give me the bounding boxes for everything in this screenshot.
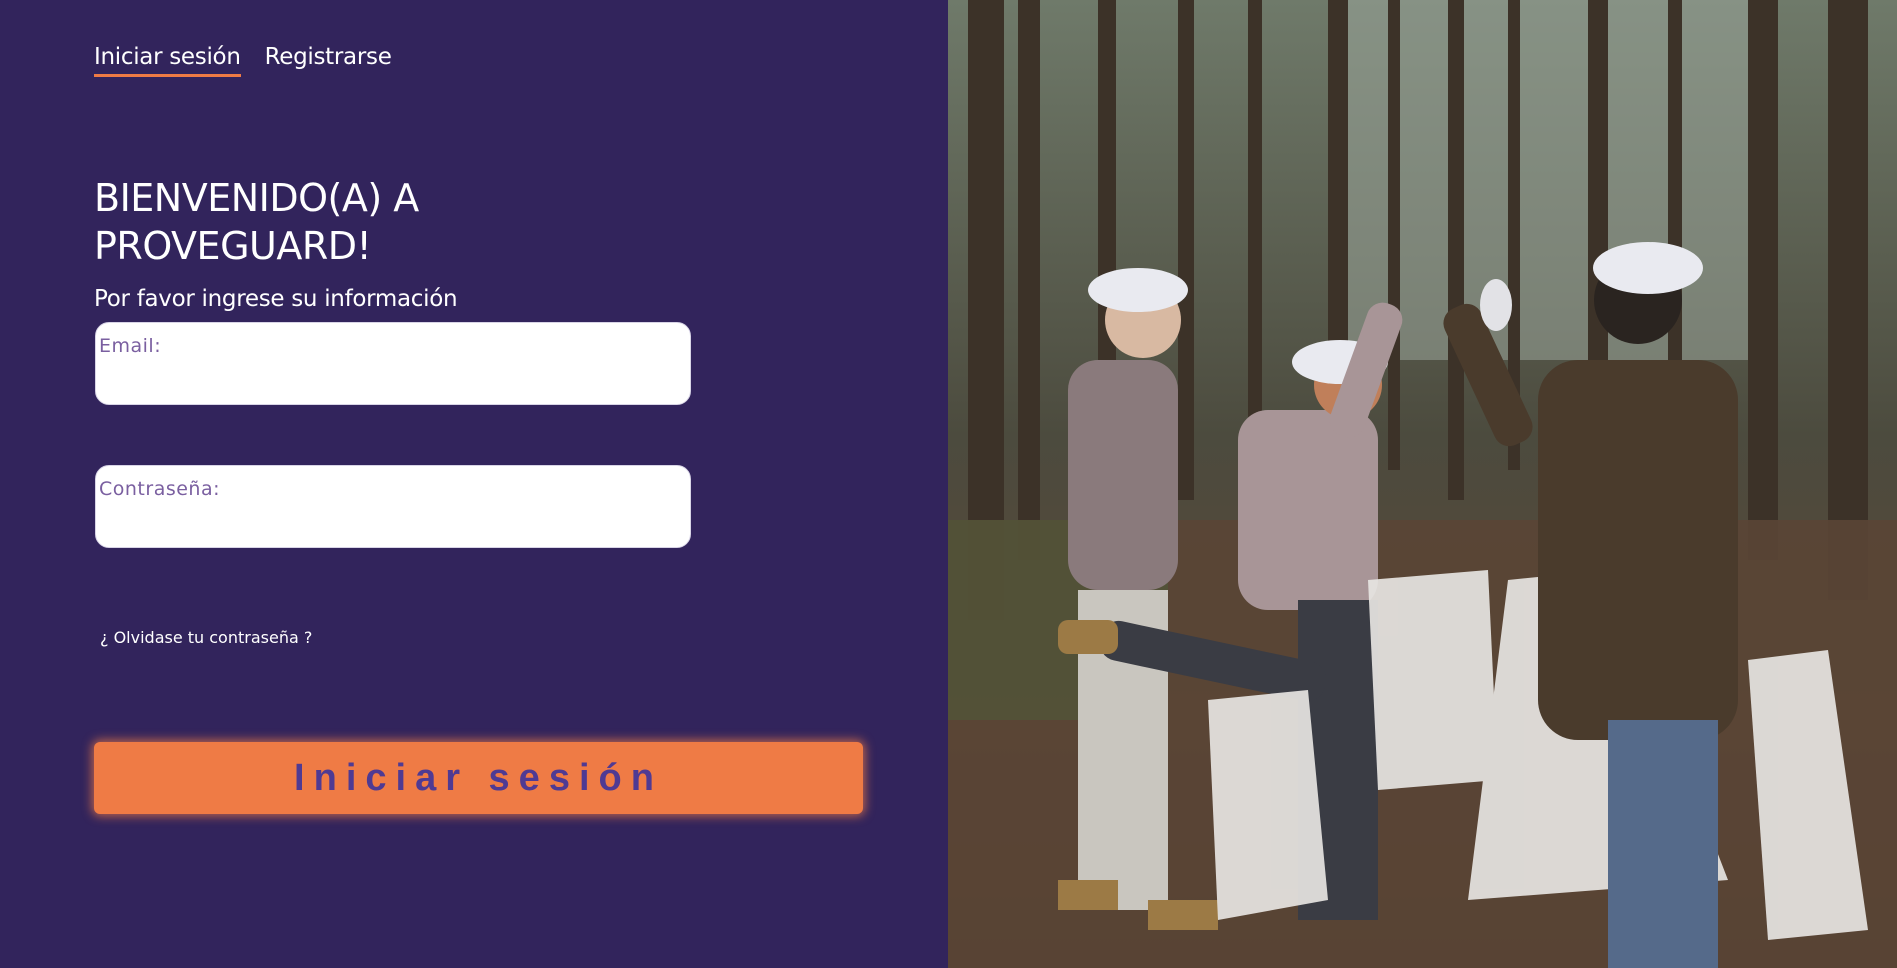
email-label: Email: — [99, 335, 162, 357]
forgot-password-link[interactable]: ¿ Olvidase tu contraseña ? — [100, 628, 312, 647]
password-label: Contraseña: — [99, 478, 221, 500]
photo-illustration — [948, 0, 1897, 968]
title-line-1: BIENVENIDO(A) A — [94, 176, 419, 220]
password-field[interactable]: Contraseña: — [95, 465, 691, 548]
email-input[interactable] — [99, 363, 684, 399]
password-input[interactable] — [99, 506, 684, 542]
auth-tabs: Iniciar sesión Registrarse — [94, 44, 392, 77]
forest-volunteers-photo — [948, 0, 1897, 968]
tab-login[interactable]: Iniciar sesión — [94, 44, 241, 77]
tab-register[interactable]: Registrarse — [265, 44, 392, 77]
login-button[interactable]: Iniciar sesión — [94, 742, 863, 814]
page-subtitle: Por favor ingrese su información — [94, 286, 458, 312]
email-field[interactable]: Email: — [95, 322, 691, 405]
login-panel: Iniciar sesión Registrarse BIENVENIDO(A)… — [0, 0, 948, 968]
page-title: BIENVENIDO(A) A PROVEGUARD! — [94, 174, 574, 270]
title-line-2: PROVEGUARD! — [94, 224, 372, 268]
